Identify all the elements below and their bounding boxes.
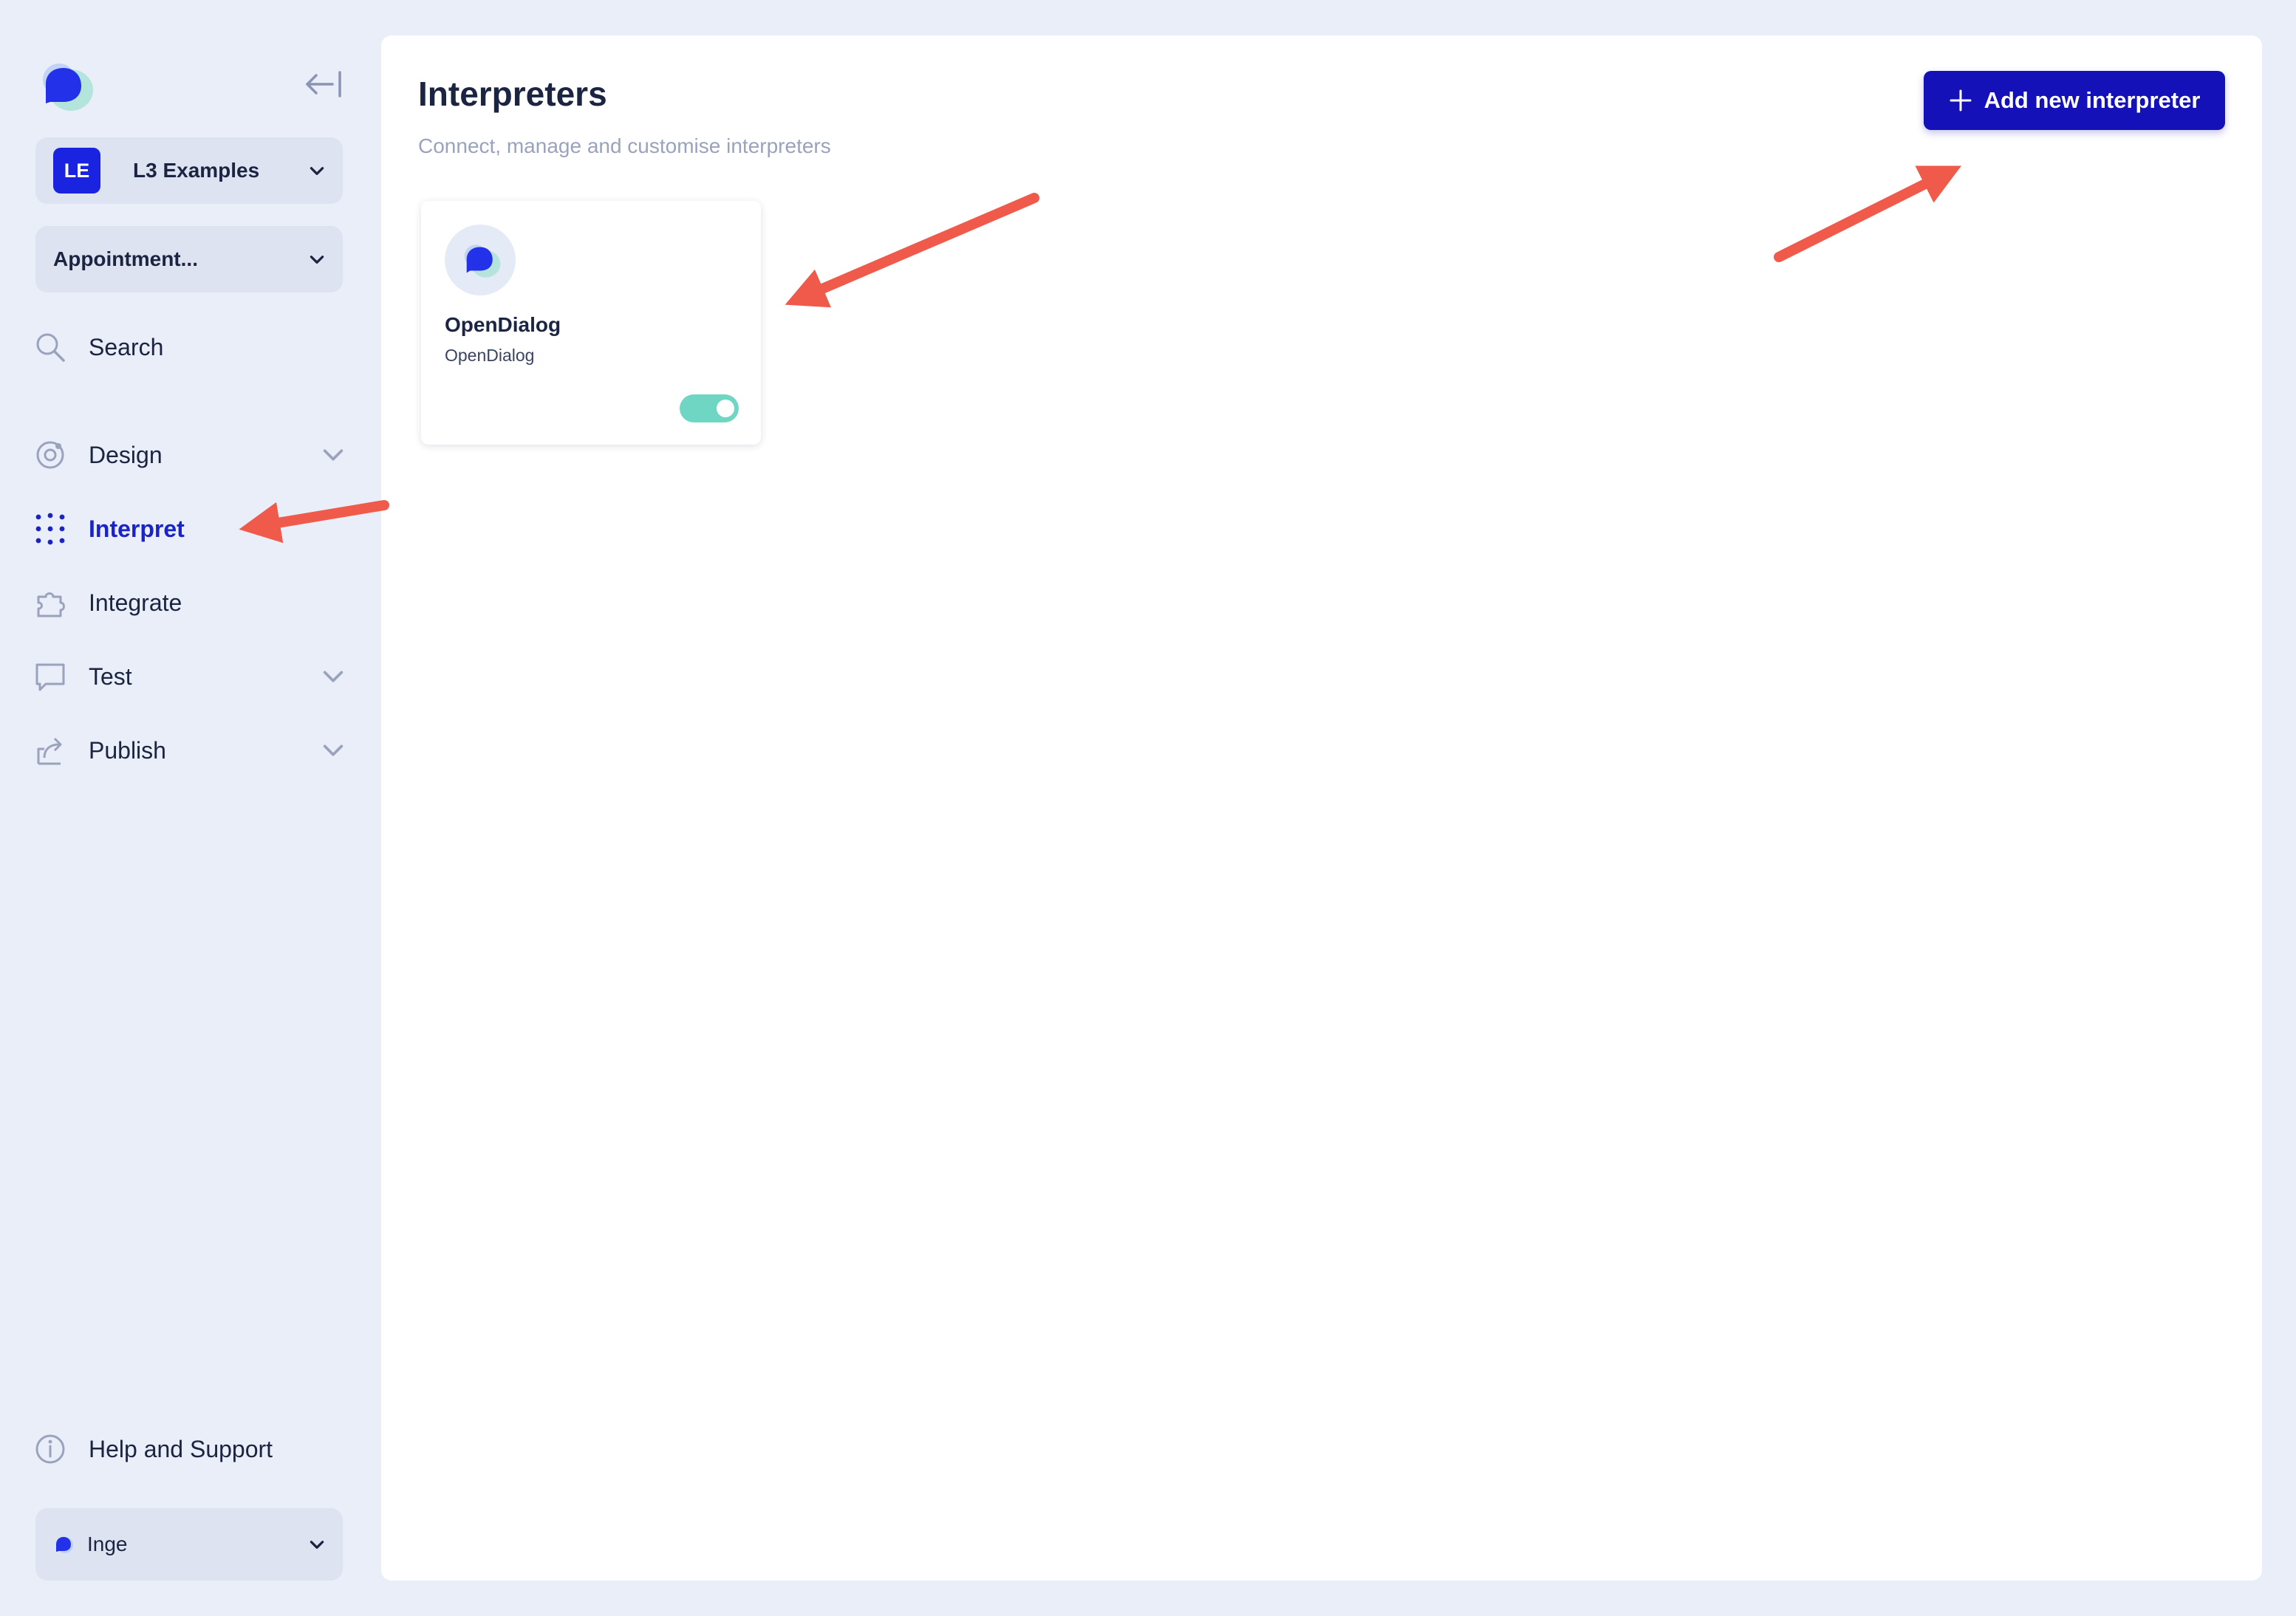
puzzle-icon [33,585,68,620]
app-logo-icon[interactable] [34,58,96,115]
page-subtitle: Connect, manage and customise interprete… [418,134,831,157]
opendialog-logo-icon [445,225,516,295]
app-window: LE L3 Examples Appointment... Search Des… [0,0,2296,1616]
dots-grid-icon [33,511,68,547]
interpreter-card[interactable]: OpenDialog OpenDialog [421,201,761,445]
scenario-select[interactable]: Appointment... [35,226,343,292]
plus-icon [1950,89,1972,112]
main-content: Interpreters Connect, manage and customi… [381,35,2262,1581]
workspace-avatar: LE [53,148,100,194]
interpreter-enabled-toggle[interactable] [680,394,739,422]
chevron-down-icon [310,256,324,264]
info-icon [33,1431,68,1467]
scenario-name: Appointment... [53,247,198,270]
add-button-label: Add new interpreter [1984,87,2201,113]
workspace-select[interactable]: LE L3 Examples [35,137,343,204]
sidebar-item-label: Interpret [89,515,185,542]
share-icon [33,733,68,768]
sidebar-item-help[interactable]: Help and Support [33,1425,350,1473]
collapse-left-icon [306,71,341,97]
sidebar-item-label: Design [89,441,163,468]
chevron-down-icon[interactable] [321,664,346,689]
workspace-name: L3 Examples [133,159,260,182]
chat-bubble-icon [33,659,68,694]
user-name: Inge [87,1533,128,1555]
interpreter-name: OpenDialog [445,313,561,336]
toggle-knob [717,400,734,417]
sidebar-item-publish[interactable]: Publish [33,727,350,774]
interpreter-provider: OpenDialog [445,346,535,365]
sidebar-item-label: Publish [89,736,166,764]
sidebar: LE L3 Examples Appointment... Search Des… [0,0,378,1616]
page-title: Interpreters [418,75,607,113]
sidebar-item-search[interactable]: Search [33,323,350,371]
chevron-down-icon[interactable] [321,442,346,468]
sidebar-item-label: Help and Support [89,1435,273,1462]
sidebar-item-label: Test [89,663,132,690]
sidebar-item-test[interactable]: Test [33,653,350,700]
chevron-down-icon [310,1541,324,1549]
palette-icon [33,437,68,473]
sidebar-item-integrate[interactable]: Integrate [33,579,350,626]
add-new-interpreter-button[interactable]: Add new interpreter [1924,71,2225,130]
avatar [56,1537,73,1553]
collapse-sidebar-button[interactable] [303,68,344,100]
search-icon [33,329,68,365]
chevron-down-icon[interactable] [321,738,346,763]
user-menu[interactable]: Inge [35,1508,343,1581]
sidebar-item-label: Search [89,333,164,360]
sidebar-item-interpret[interactable]: Interpret [33,505,350,552]
sidebar-item-label: Integrate [89,589,182,616]
sidebar-item-design[interactable]: Design [33,431,350,479]
chevron-down-icon [310,167,324,175]
